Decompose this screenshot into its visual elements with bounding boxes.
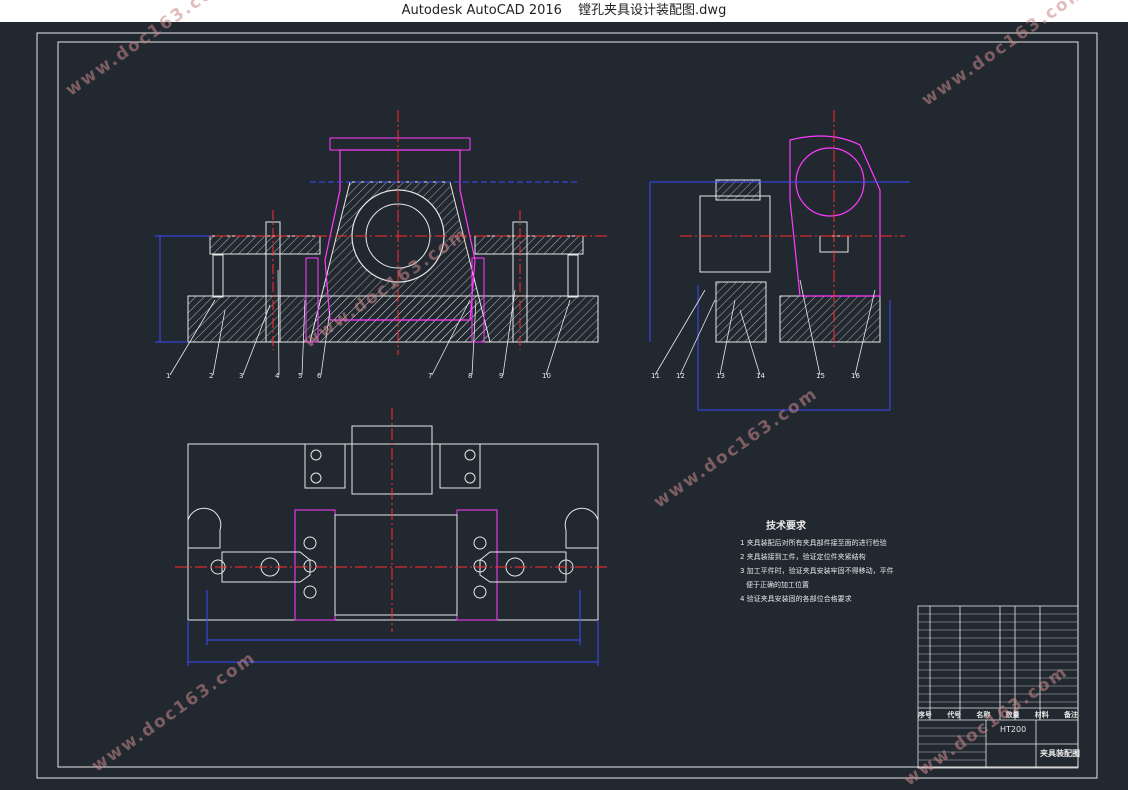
tech-req-line: 3 加工平件时，验证夹具安装牢固不得移动，平件 [740,567,894,575]
sheet-outer-border [36,32,1098,779]
tech-req-line: 1 夹具装配后对所有夹具部件接至面的进行检验 [740,539,887,547]
front-part-number: 8 [468,372,473,380]
front-part-number: 10 [542,372,551,380]
tech-req-line: 4 验证夹具安装固的各部位合格要求 [740,595,852,603]
drawing-code: HT200 [1000,725,1027,734]
header-col: 序号 [918,711,932,719]
side-base [779,295,881,343]
drawing-canvas[interactable]: 1 2 3 4 5 6 7 8 9 10 11 12 13 14 15 16 技术要求 1 夹具装配后对所有… [0,0,1128,790]
side-view [649,110,910,411]
tech-req-line: 2 夹具装接到工件，验证定位件夹紧结构 [740,553,866,561]
tech-requirements-title: 技术要求 [766,521,806,532]
front-left-arm [209,235,321,255]
workpiece-top [329,137,471,151]
drawing-name: 夹具装配图 [1040,749,1080,758]
side-cap [715,179,761,201]
header-col: 备注 [1063,711,1078,719]
front-part-number: 6 [317,372,322,380]
front-part-number: 5 [298,372,303,380]
tech-req-line: 便于正确的加工位置 [746,581,809,589]
side-part-number: 12 [676,372,685,380]
tech-requirements: 技术要求 1 夹具装配后对所有夹具部件接至面的进行检验 2 夹具装接到工件，验证… [740,520,940,606]
front-right-arm [474,235,584,255]
top-left-locator [294,509,336,621]
front-part-number: 2 [209,372,214,380]
side-part-number: 16 [851,372,860,380]
top-view [175,408,610,666]
front-part-number: 1 [166,372,171,380]
front-part-number: 4 [275,372,280,380]
front-part-number: 7 [428,372,433,380]
side-part-number: 13 [716,372,725,380]
side-block [699,195,771,273]
file-name: 镗孔夹具设计装配图.dwg [578,3,727,18]
pin-left [212,254,224,298]
side-part-number: 11 [651,372,660,380]
sheet-inner-border [57,41,1079,768]
cad-drawing[interactable] [0,22,1128,785]
front-part-number: 3 [239,372,244,380]
side-part-number: 15 [816,372,825,380]
header-col: 材料 [1034,711,1049,719]
pin-right [567,254,579,298]
front-view [155,110,610,376]
front-part-number: 9 [499,372,504,380]
top-base [187,443,599,621]
header-col: 代号 [947,711,962,719]
top-right-locator [456,509,498,621]
app-title: Autodesk AutoCAD 2016 [401,3,562,18]
side-part-number: 14 [756,372,765,380]
